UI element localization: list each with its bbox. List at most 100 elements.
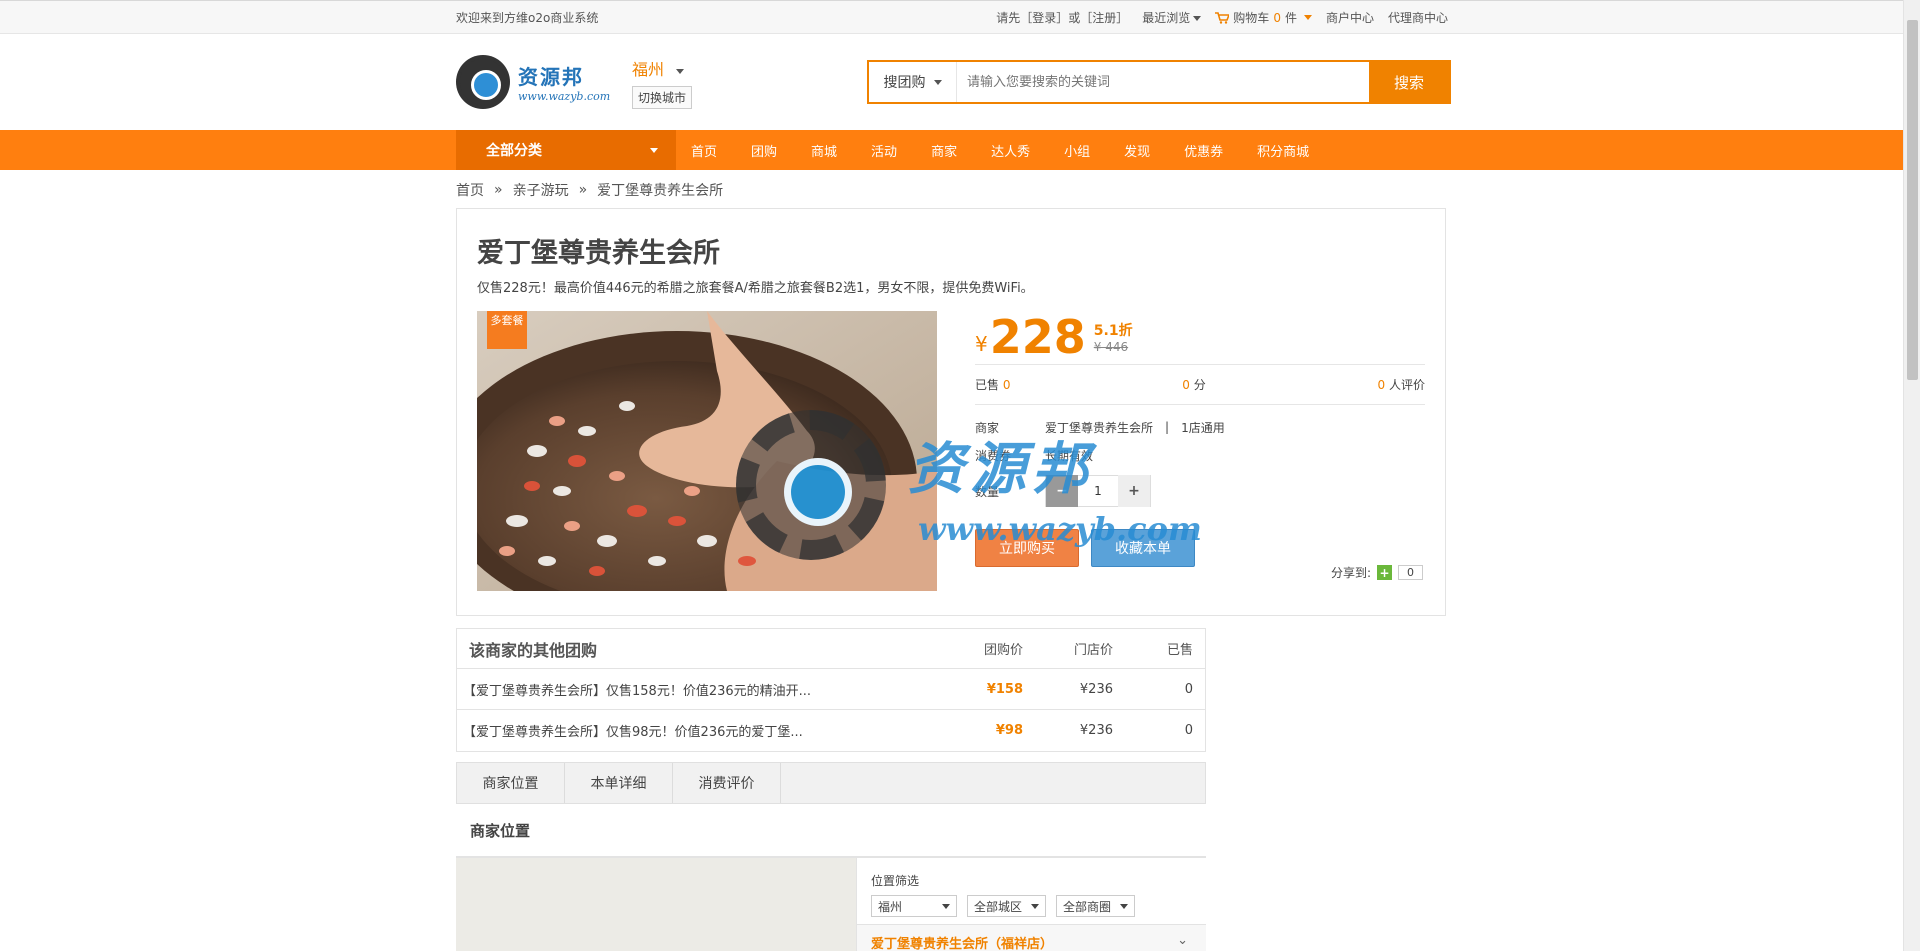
nav-item-groupbuy[interactable]: 团购	[736, 130, 792, 170]
location-filter: 位置筛选 福州 全部城区 全部商圈 爱丁堡尊贵养生会所（福祥店） ⌄	[856, 858, 1206, 951]
chevron-down-icon	[1193, 16, 1202, 21]
chevron-down-icon	[1031, 903, 1040, 909]
chevron-down-icon	[942, 903, 950, 909]
scrollbar-thumb[interactable]	[1907, 20, 1918, 380]
other-deal-store-price: ¥236	[1079, 723, 1113, 738]
agent-center-link[interactable]: 代理商中心	[1388, 9, 1448, 26]
nav-item-groups[interactable]: 小组	[1049, 130, 1105, 170]
tab-merchant-location[interactable]: 商家位置	[457, 763, 565, 803]
city-select[interactable]: 福州	[871, 895, 957, 917]
nav-item-mall[interactable]: 商城	[796, 130, 852, 170]
all-categories-button[interactable]: 全部分类	[456, 130, 676, 170]
share-plus-icon[interactable]: +	[1377, 565, 1392, 580]
header: 资源邦 www.wazyb.com 福州 切换城市 搜团购 搜索	[456, 34, 1451, 130]
buy-now-button[interactable]: 立即购买	[975, 529, 1079, 567]
column-header-group-price: 团购价	[983, 643, 1023, 658]
nav-item-daren[interactable]: 达人秀	[976, 130, 1045, 170]
chevron-down-icon[interactable]: ⌄	[1177, 933, 1188, 948]
district-select-value: 全部城区	[974, 899, 1023, 914]
city-select-value: 福州	[878, 899, 903, 914]
tab-deal-details[interactable]: 本单详细	[565, 763, 673, 803]
other-deals-panel: 该商家的其他团购 团购价 门店价 已售 【爱丁堡尊贵养生会所】仅售158元！价值…	[456, 628, 1206, 752]
nav-item-points-mall[interactable]: 积分商城	[1242, 130, 1324, 170]
location-section-title: 商家位置	[456, 804, 1206, 858]
area-select[interactable]: 全部商圈	[1056, 895, 1136, 917]
search-type-select[interactable]: 搜团购	[869, 62, 957, 102]
deal-title: 爱丁堡尊贵养生会所	[477, 238, 720, 269]
detail-tabs: 商家位置 本单详细 消费评价	[456, 762, 1206, 804]
stores-text: 1店通用	[1181, 420, 1225, 435]
merchant-center-link[interactable]: 商户中心	[1326, 9, 1374, 26]
chevron-down-icon	[933, 79, 942, 85]
login-register-link[interactable]: 请先［登录］或［注册］	[996, 9, 1128, 26]
other-deal-price: ¥98	[995, 723, 1023, 738]
table-row[interactable]: 【爱丁堡尊贵养生会所】仅售98元！价值236元的爱丁堡... ¥98 ¥236 …	[457, 710, 1205, 751]
site-logo[interactable]: 资源邦 www.wazyb.com	[456, 52, 616, 112]
location-filter-label: 位置筛选	[871, 874, 920, 888]
district-select[interactable]: 全部城区	[967, 895, 1047, 917]
breadcrumb-separator: »	[494, 182, 503, 198]
all-categories-label: 全部分类	[486, 143, 542, 159]
recent-browse-menu[interactable]: 最近浏览	[1142, 9, 1202, 26]
other-deal-sold: 0	[1184, 723, 1193, 738]
voucher-row: 消费券 长期有效	[975, 441, 1425, 469]
other-deal-title[interactable]: 【爱丁堡尊贵养生会所】仅售158元！价值236元的精油开...	[457, 680, 945, 699]
search-box: 搜团购 搜索	[867, 60, 1451, 104]
location-area: 位置筛选 福州 全部城区 全部商圈 爱丁堡尊贵养生会所（福祥店） ⌄	[456, 858, 1206, 951]
breadcrumb-separator: »	[578, 182, 588, 198]
score-unit: 分	[1193, 378, 1206, 392]
column-header-store-price: 门店价	[1073, 643, 1113, 658]
chevron-down-icon	[1303, 15, 1312, 20]
share-widget: 分享到: + 0	[1331, 564, 1423, 581]
discount-rate: 5.1折	[1093, 323, 1133, 339]
favorite-button[interactable]: 收藏本单	[1091, 529, 1195, 567]
chevron-down-icon	[650, 148, 658, 153]
main-content: 首页 » 亲子游玩 » 爱丁堡尊贵养生会所 爱丁堡尊贵养生会所 仅售228元！最…	[456, 180, 1448, 951]
search-input[interactable]	[957, 62, 1369, 102]
other-deals-header: 该商家的其他团购 团购价 门店价 已售	[457, 629, 1205, 669]
review-count: 0	[1377, 378, 1386, 392]
nav-item-events[interactable]: 活动	[856, 130, 912, 170]
original-price: ¥ 446	[1093, 340, 1129, 354]
foot-bath-image	[477, 311, 937, 591]
plus-icon[interactable]: +	[1118, 475, 1150, 507]
switch-city-button[interactable]: 切换城市	[632, 86, 693, 109]
other-deal-title[interactable]: 【爱丁堡尊贵养生会所】仅售98元！价值236元的爱丁堡...	[457, 721, 945, 740]
nav-item-coupons[interactable]: 优惠券	[1169, 130, 1238, 170]
deal-price: 228	[989, 310, 1086, 364]
chevron-down-icon[interactable]	[675, 69, 684, 74]
search-button[interactable]: 搜索	[1369, 62, 1449, 102]
nav-item-merchants[interactable]: 商家	[916, 130, 972, 170]
deal-actions: 立即购买 收藏本单	[975, 529, 1425, 567]
page-scrollbar[interactable]	[1903, 0, 1920, 951]
current-city[interactable]: 福州	[632, 60, 664, 79]
sold-count: 0	[1002, 378, 1011, 392]
logo-en-text: www.wazyb.com	[518, 90, 611, 103]
voucher-label: 消费券	[975, 448, 1012, 463]
merchant-map[interactable]	[456, 858, 856, 951]
top-bar: 欢迎来到方维o2o商业系统 请先［登录］或［注册］ 最近浏览 购物车 0 件 商…	[0, 0, 1920, 34]
quantity-value[interactable]: 1	[1078, 484, 1118, 498]
nav-item-discover[interactable]: 发现	[1109, 130, 1165, 170]
minus-icon[interactable]: −	[1046, 475, 1078, 507]
table-row[interactable]: 【爱丁堡尊贵养生会所】仅售158元！价值236元的精油开... ¥158 ¥23…	[457, 669, 1205, 710]
logo-cn-text: 资源邦	[518, 65, 584, 89]
merchant-link[interactable]: 爱丁堡尊贵养生会所	[1045, 419, 1153, 436]
column-header-sold: 已售	[1166, 643, 1193, 658]
cart-link[interactable]: 购物车 0 件	[1215, 9, 1312, 26]
nav-item-home[interactable]: 首页	[676, 130, 732, 170]
breadcrumb-home[interactable]: 首页	[456, 180, 484, 200]
shop-list-item[interactable]: 爱丁堡尊贵养生会所（福祥店） ⌄	[857, 924, 1206, 951]
merchant-separator: |	[1165, 420, 1170, 434]
breadcrumb: 首页 » 亲子游玩 » 爱丁堡尊贵养生会所	[456, 180, 1448, 200]
tab-reviews[interactable]: 消费评价	[673, 763, 781, 803]
review-unit[interactable]: 人评价	[1389, 378, 1425, 392]
welcome-text: 欢迎来到方维o2o商业系统	[456, 11, 599, 25]
search-type-label: 搜团购	[883, 75, 926, 91]
deal-photo[interactable]: 多套餐	[477, 311, 937, 591]
breadcrumb-category[interactable]: 亲子游玩	[513, 180, 569, 200]
other-deal-store-price: ¥236	[1079, 681, 1113, 697]
deal-subtitle: 仅售228元！最高价值446元的希腊之旅套餐A/希腊之旅套餐B2选1，男女不限，…	[477, 281, 1034, 296]
main-nav: 全部分类 首页 团购 商城 活动 商家 达人秀 小组 发现 优惠券 积分商城	[0, 130, 1905, 170]
quantity-stepper: − 1 +	[1045, 475, 1151, 507]
